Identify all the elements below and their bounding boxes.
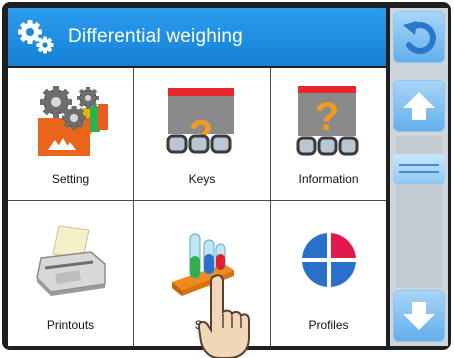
menu-item-label: Setting xyxy=(51,172,90,186)
svg-text:?: ? xyxy=(314,95,338,139)
menu-item-profiles[interactable]: Profiles xyxy=(271,201,386,346)
gears-icon xyxy=(8,8,64,66)
setting-gears-icon xyxy=(37,86,108,156)
arrow-up-icon xyxy=(403,92,435,120)
title-bar: Differential weighing xyxy=(8,8,386,66)
menu-item-label: Information xyxy=(298,172,359,186)
printer-icon xyxy=(35,224,106,296)
keys-icon: ? xyxy=(166,88,234,157)
page-title: Differential weighing xyxy=(68,26,243,47)
back-arrow-icon xyxy=(403,21,436,54)
scroll-thumb[interactable] xyxy=(393,154,445,184)
scroll-down-button[interactable] xyxy=(393,290,445,342)
menu-item-printouts[interactable]: Printouts xyxy=(8,201,134,346)
back-button[interactable] xyxy=(393,11,445,63)
menu-item-label: Keys xyxy=(188,172,216,186)
menu-item-label: Printouts xyxy=(46,318,95,332)
information-icon: ? xyxy=(296,86,358,156)
menu-item-label: Profiles xyxy=(308,318,349,332)
menu-item-information[interactable]: ? Information xyxy=(271,68,386,201)
scroll-up-button[interactable] xyxy=(393,80,445,132)
menu-item-keys[interactable]: ? Keys xyxy=(134,68,271,201)
profiles-icon xyxy=(299,230,358,289)
pointing-hand-icon xyxy=(197,274,250,358)
sidebar xyxy=(390,8,448,346)
menu-item-setting[interactable]: Setting xyxy=(8,68,134,201)
arrow-down-icon xyxy=(403,302,435,330)
